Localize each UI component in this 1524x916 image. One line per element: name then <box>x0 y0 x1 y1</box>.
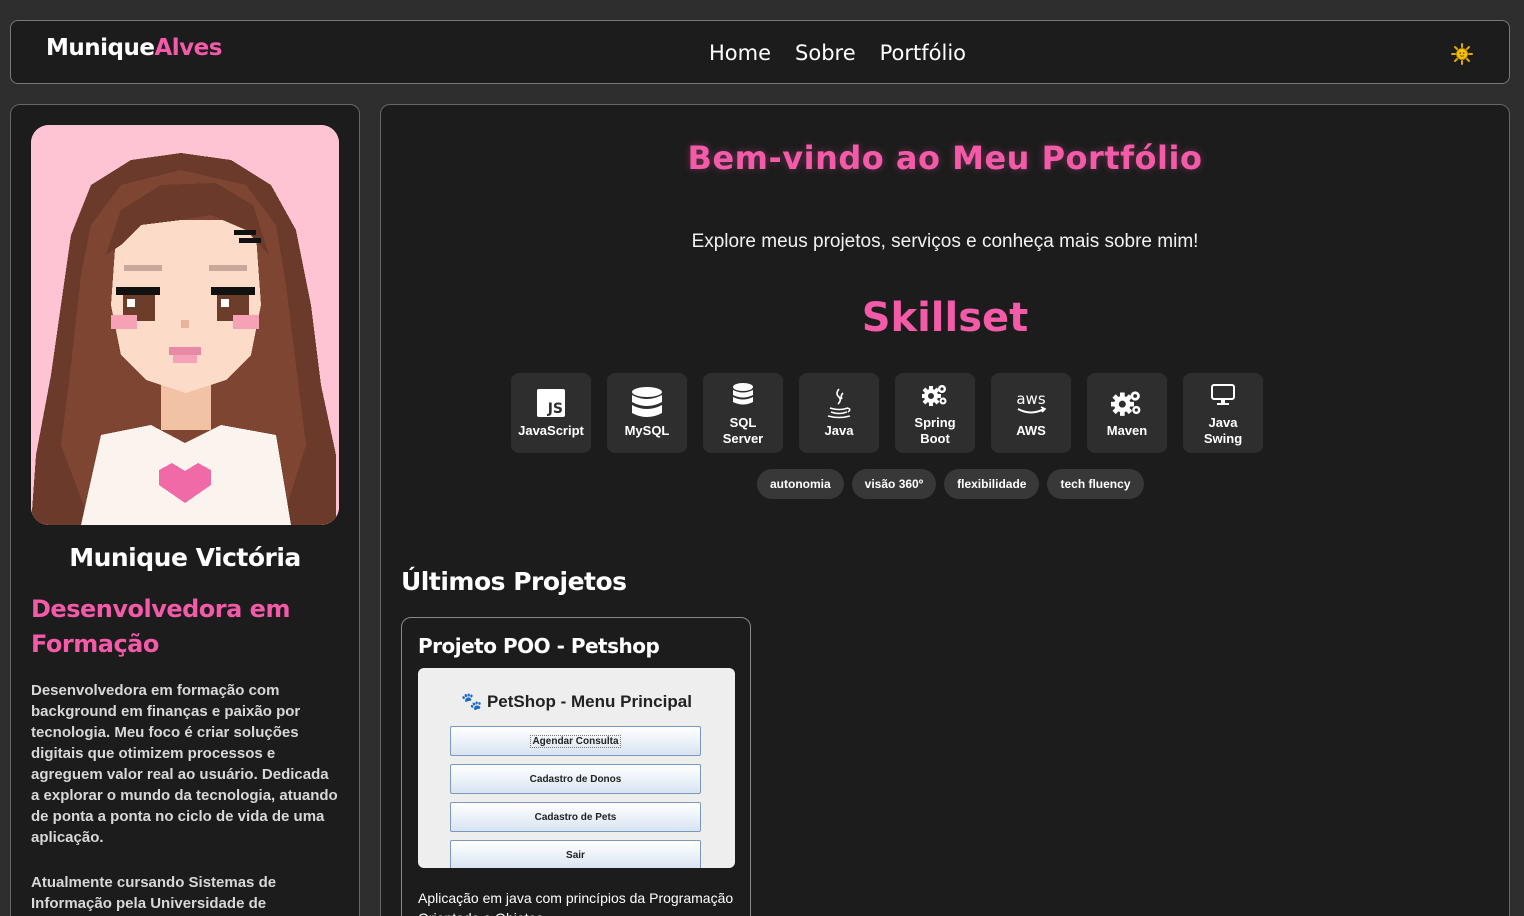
project-card[interactable]: Projeto POO - Petshop 🐾 PetShop - Menu P… <box>401 617 751 916</box>
theme-toggle-button[interactable] <box>1451 43 1473 65</box>
profile-role: Desenvolvedora em Formação <box>31 595 290 658</box>
java-icon <box>825 387 853 419</box>
soft-skill-chip: visão 360º <box>851 469 937 499</box>
js-icon: JS <box>537 387 565 419</box>
soft-skill-chip: flexibilidade <box>944 469 1040 499</box>
screenshot-button-agendar: Agendar Consulta <box>450 726 701 756</box>
screenshot-button-pets: Cadastro de Pets <box>450 802 701 832</box>
skill-label: MySQL <box>624 423 670 438</box>
skill-card-sql-server[interactable]: SQL Server <box>703 373 783 453</box>
screenshot-button-sair: Sair <box>450 840 701 868</box>
soft-skill-chip: tech fluency <box>1047 469 1144 499</box>
project-title: Projeto POO - Petshop <box>418 634 660 658</box>
skill-card-spring-boot[interactable]: Spring Boot <box>895 373 975 453</box>
screenshot-button-donos: Cadastro de Donos <box>450 764 701 794</box>
svg-text:aws: aws <box>1016 390 1045 408</box>
database-icon <box>632 387 662 419</box>
profile-name: Munique Victória <box>69 543 301 572</box>
skill-label: Java <box>824 423 854 438</box>
skill-card-java-swing[interactable]: Java Swing <box>1183 373 1263 453</box>
monitor-icon <box>1211 379 1235 411</box>
avatar <box>31 125 339 525</box>
sun-icon <box>1451 43 1473 65</box>
profile-study: Atualmente cursando Sistemas de Informaç… <box>31 874 277 912</box>
profile-bio: Desenvolvedora em formação com backgroun… <box>31 682 338 846</box>
nav-link-sobre[interactable]: Sobre <box>795 41 856 65</box>
aws-icon: aws <box>1014 387 1048 419</box>
skill-card-java[interactable]: Java <box>799 373 879 453</box>
soft-skills: autonomia visão 360º flexibilidade tech … <box>757 469 1144 499</box>
nav-link-home[interactable]: Home <box>709 41 771 65</box>
project-screenshot: 🐾 PetShop - Menu Principal Agendar Consu… <box>418 668 735 868</box>
soft-skill-chip: autonomia <box>757 469 844 499</box>
main-content: Bem-vindo ao Meu Portfólio Explore meus … <box>380 104 1510 916</box>
profile-sidebar: Munique Victória Desenvolvedora em Forma… <box>10 104 360 916</box>
welcome-title: Bem-vindo ao Meu Portfólio <box>687 139 1203 177</box>
logo[interactable]: MuniqueAlves <box>46 35 222 61</box>
skillset-title: Skillset <box>861 295 1029 341</box>
database-stack-icon <box>733 379 753 411</box>
skill-label: SQL Server <box>722 415 764 446</box>
skill-label: Spring Boot <box>914 415 956 446</box>
skill-card-mysql[interactable]: MySQL <box>607 373 687 453</box>
navbar: MuniqueAlves Home Sobre Portfólio <box>10 20 1510 84</box>
logo-last-name: Alves <box>154 35 222 61</box>
skill-label: Maven <box>1106 423 1148 438</box>
welcome-subtitle: Explore meus projetos, serviços e conheç… <box>691 231 1199 252</box>
gears-icon <box>1111 387 1143 419</box>
skills-grid: JS JavaScript MySQL SQL Server Java Spri… <box>511 373 1263 453</box>
skill-card-aws[interactable]: aws AWS <box>991 373 1071 453</box>
projects-title: Últimos Projetos <box>401 567 627 596</box>
skill-label: JavaScript <box>518 423 584 438</box>
logo-first-name: Munique <box>46 35 155 61</box>
skill-label: Java Swing <box>1203 415 1243 446</box>
skill-card-maven[interactable]: Maven <box>1087 373 1167 453</box>
skill-card-javascript[interactable]: JS JavaScript <box>511 373 591 453</box>
project-description: Aplicação em java com princípios da Prog… <box>418 890 734 916</box>
nav-link-portfolio[interactable]: Portfólio <box>880 41 966 65</box>
gears-icon <box>922 379 948 411</box>
nav-links: Home Sobre Portfólio <box>709 41 966 65</box>
screenshot-header: 🐾 PetShop - Menu Principal <box>461 692 692 711</box>
skill-label: AWS <box>1016 423 1046 438</box>
svg-text:JS: JS <box>547 401 563 417</box>
